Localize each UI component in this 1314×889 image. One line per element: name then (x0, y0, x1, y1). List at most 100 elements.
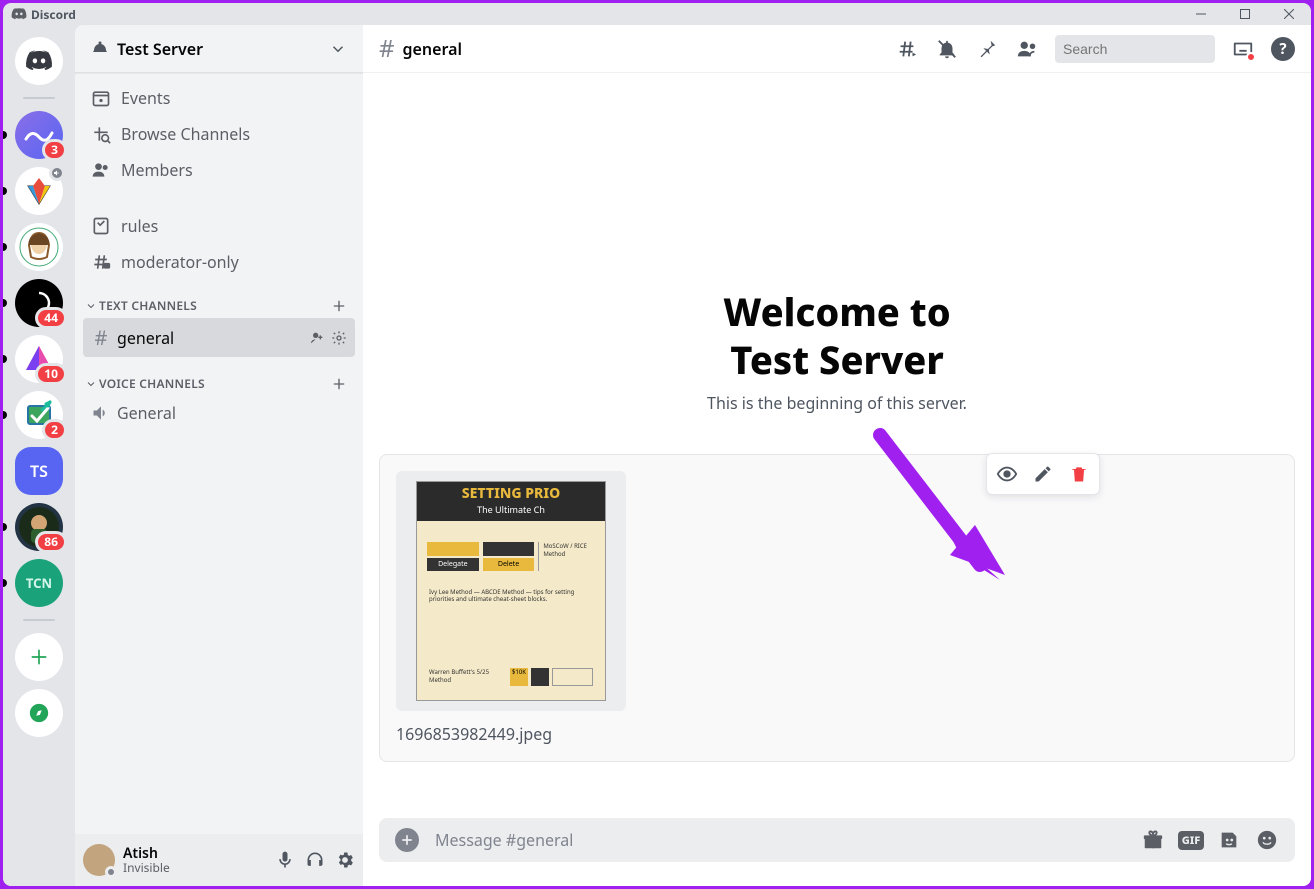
window-close[interactable] (1275, 3, 1303, 25)
inbox-button[interactable] (1231, 37, 1255, 61)
voice-channel-general[interactable]: General (83, 396, 355, 430)
home-button[interactable] (15, 37, 63, 85)
user-status: Invisible (123, 861, 267, 874)
sidebar-item-moderator[interactable]: moderator-only (83, 245, 355, 279)
sidebar-item-events[interactable]: Events (83, 81, 355, 115)
mention-badge: 44 (35, 307, 67, 329)
user-panel: Atish Invisible (75, 834, 363, 886)
speaker-badge-icon (49, 165, 65, 181)
gif-icon: GIF (1178, 831, 1205, 850)
help-button[interactable]: ? (1271, 37, 1295, 61)
sticker-button[interactable] (1217, 828, 1241, 852)
pinned-button[interactable] (975, 37, 999, 61)
guild-item[interactable]: 3 (15, 111, 63, 159)
add-channel-button[interactable] (331, 376, 347, 392)
sidebar-item-browse[interactable]: Browse Channels (83, 117, 355, 151)
guild-item[interactable]: 2 (15, 391, 63, 439)
sidebar-item-rules[interactable]: rules (83, 209, 355, 243)
guild-item[interactable] (15, 223, 63, 271)
members-icon (91, 160, 111, 180)
channel-general[interactable]: # general (83, 318, 355, 357)
window-minimize[interactable] (1187, 3, 1215, 25)
deafen-button[interactable] (305, 850, 325, 870)
mute-button[interactable] (275, 850, 295, 870)
search-box[interactable] (1055, 35, 1215, 63)
add-channel-button[interactable] (331, 298, 347, 314)
category-text-channels[interactable]: TEXT CHANNELS (83, 281, 355, 318)
gift-button[interactable] (1141, 828, 1165, 852)
sidebar-item-label: Browse Channels (121, 123, 250, 145)
user-avatar[interactable] (83, 844, 115, 876)
titlebar: Discord (3, 3, 1311, 25)
calendar-icon (91, 88, 111, 108)
explore-servers-button[interactable] (15, 689, 63, 737)
speaker-icon (91, 403, 111, 423)
sidebar-item-members[interactable]: Members (83, 153, 355, 187)
guild-item[interactable] (15, 167, 63, 215)
discord-logo-icon (11, 6, 27, 22)
plus-icon (331, 376, 347, 392)
server-badge-icon (91, 40, 109, 58)
search-input[interactable] (1063, 41, 1244, 57)
channel-label: General (117, 402, 176, 424)
gif-button[interactable]: GIF (1179, 828, 1203, 852)
chat-area: # general ? Welcome toTest (363, 25, 1311, 886)
compass-icon (28, 702, 50, 724)
message-composer: Message #general GIF (363, 818, 1311, 886)
edit-attachment-button[interactable] (1027, 458, 1059, 490)
gear-icon[interactable] (331, 330, 347, 346)
annotation-arrow-icon (870, 425, 1010, 585)
sidebar-item-label: Members (121, 159, 193, 181)
window-maximize[interactable] (1231, 3, 1259, 25)
hash-lock-icon (91, 252, 111, 272)
notifications-button[interactable] (935, 37, 959, 61)
hash-icon: # (91, 324, 111, 351)
plus-icon (29, 647, 49, 667)
sidebar-item-label: rules (121, 215, 158, 237)
guild-item[interactable]: 86 (15, 503, 63, 551)
member-list-button[interactable] (1015, 37, 1039, 61)
plus-icon (331, 298, 347, 314)
chat-messages: Welcome toTest Server This is the beginn… (363, 73, 1311, 818)
browse-icon (91, 124, 111, 144)
emoji-button[interactable] (1255, 828, 1279, 852)
mention-badge: 3 (42, 139, 67, 161)
category-voice-channels[interactable]: VOICE CHANNELS (83, 359, 355, 396)
eye-icon (996, 463, 1018, 485)
guild-item[interactable]: 44 (15, 279, 63, 327)
rules-icon (91, 216, 111, 236)
welcome-subtitle: This is the beginning of this server. (379, 392, 1295, 414)
guild-item[interactable]: TCN (15, 559, 63, 607)
attach-button[interactable] (395, 828, 419, 852)
server-icon (19, 227, 59, 267)
chat-header: # general ? (363, 25, 1311, 73)
guild-separator (23, 97, 55, 99)
guild-item[interactable]: 10 (15, 335, 63, 383)
add-server-button[interactable] (15, 633, 63, 681)
server-header[interactable]: Test Server (75, 25, 363, 73)
chevron-down-icon (85, 378, 97, 390)
pencil-icon (1033, 464, 1053, 484)
composer-placeholder[interactable]: Message #general (435, 829, 1125, 851)
chevron-down-icon (329, 40, 347, 58)
guild-separator (23, 619, 55, 621)
spoiler-button[interactable] (991, 458, 1023, 490)
invite-icon[interactable] (309, 330, 325, 346)
chevron-down-icon (85, 300, 97, 312)
delete-attachment-button[interactable] (1063, 458, 1095, 490)
server-name: Test Server (117, 38, 203, 60)
sidebar-item-label: Events (121, 87, 170, 109)
threads-button[interactable] (895, 37, 919, 61)
channel-label: general (117, 327, 174, 349)
guild-item-active[interactable]: TS (15, 447, 63, 495)
channel-sidebar: Test Server Events Browse Channels Membe… (75, 25, 363, 886)
welcome-banner: Welcome toTest Server This is the beginn… (379, 289, 1295, 414)
notification-dot-icon (1246, 52, 1256, 62)
guild-list: 3 44 10 2 TS 86 (3, 25, 75, 886)
attachment-filename: 1696853982449.jpeg (396, 723, 1278, 745)
attachment-toolbar (986, 453, 1100, 495)
user-info[interactable]: Atish Invisible (123, 846, 267, 875)
settings-button[interactable] (335, 850, 355, 870)
mention-badge: 86 (35, 531, 67, 553)
attachment-thumbnail[interactable]: SETTING PRIO The Ultimate Ch Delegate De… (396, 471, 626, 711)
